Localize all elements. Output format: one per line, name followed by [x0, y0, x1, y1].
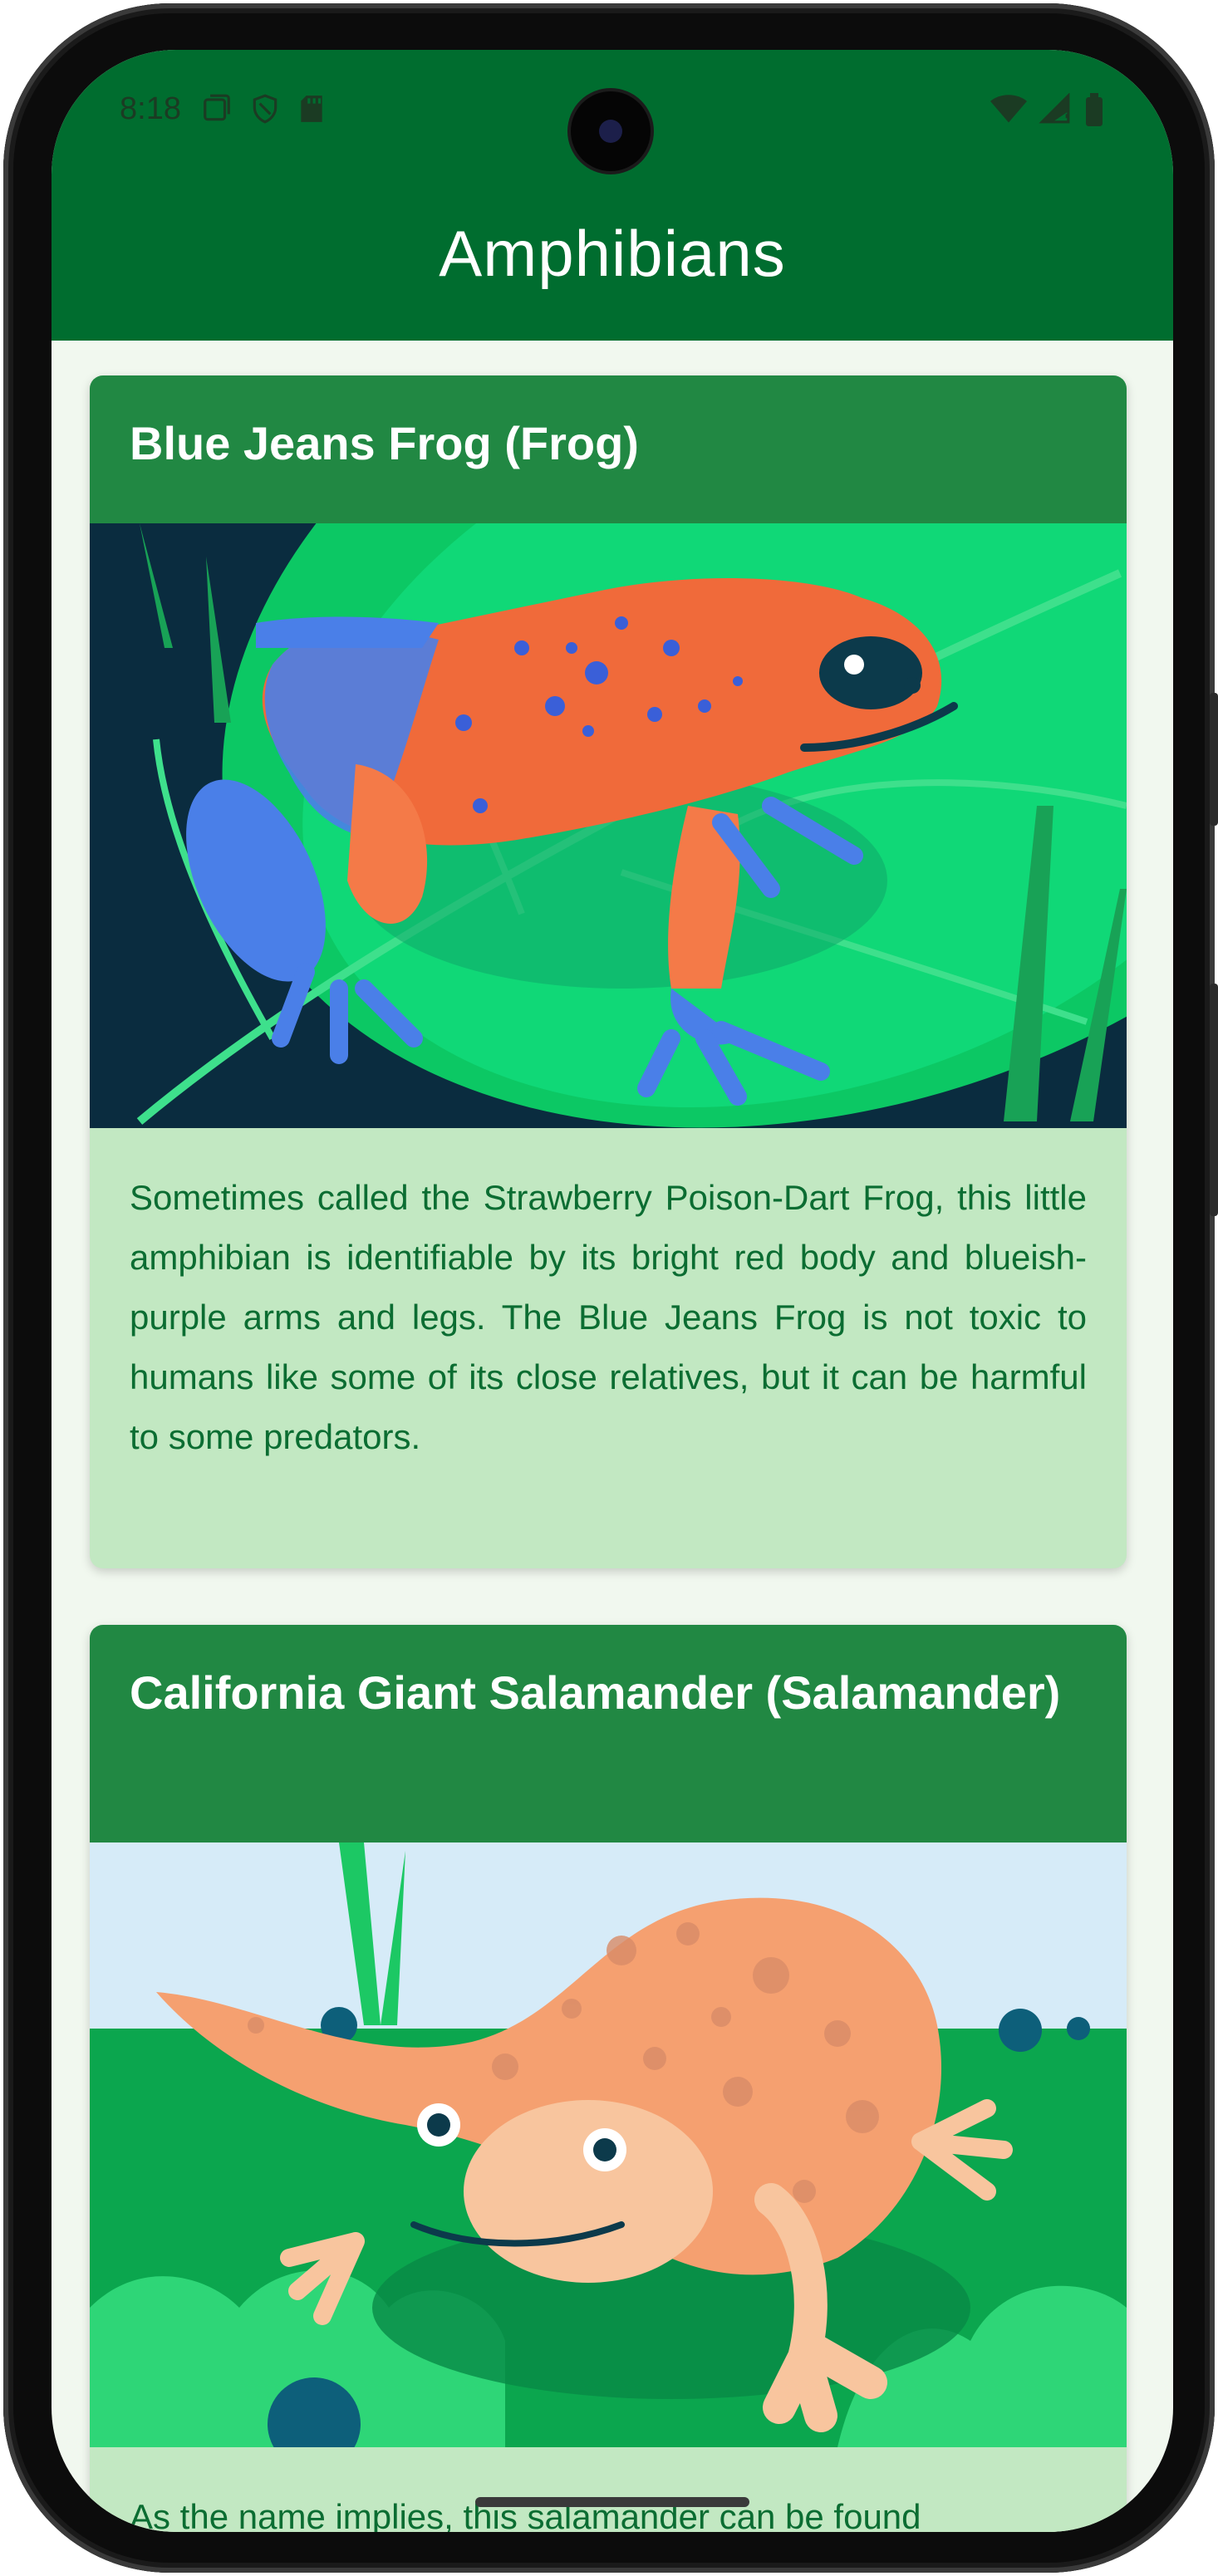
card-title: California Giant Salamander (Salamander): [90, 1625, 1127, 1842]
blue-jeans-frog-illustration: [90, 523, 1127, 1128]
sd-card-icon: [301, 96, 322, 122]
status-notification-icons: [201, 93, 326, 125]
battery-icon: [1086, 93, 1103, 126]
signal-icon: [1039, 93, 1070, 124]
screen: 8:18 Amphibians Blue Jeans Frog (Frog) S…: [52, 50, 1173, 2532]
card-title: Blue Jeans Frog (Frog): [90, 375, 1127, 523]
amphibian-card[interactable]: California Giant Salamander (Salamander): [90, 1625, 1127, 2532]
volume-button: [1210, 984, 1218, 1216]
screenshot-icon: [204, 94, 230, 121]
card-description: As the name implies, this salamander can…: [130, 2497, 921, 2532]
amphibian-card[interactable]: Blue Jeans Frog (Frog) Sometimes called …: [90, 375, 1127, 1568]
status-time: 8:18: [120, 91, 181, 126]
status-system-icons: [990, 93, 1105, 126]
phone-frame: 8:18 Amphibians Blue Jeans Frog (Frog) S…: [3, 3, 1218, 2573]
power-button: [1210, 693, 1218, 826]
app-title: Amphibians: [439, 217, 786, 290]
front-camera: [571, 91, 651, 171]
gesture-nav-handle[interactable]: [475, 2497, 749, 2507]
wifi-icon: [990, 95, 1027, 123]
card-description: Sometimes called the Strawberry Poison-D…: [130, 1178, 1087, 1456]
california-giant-salamander-illustration: [90, 1842, 1127, 2447]
shield-icon: [253, 94, 277, 124]
app-bar: 8:18 Amphibians: [52, 50, 1173, 341]
